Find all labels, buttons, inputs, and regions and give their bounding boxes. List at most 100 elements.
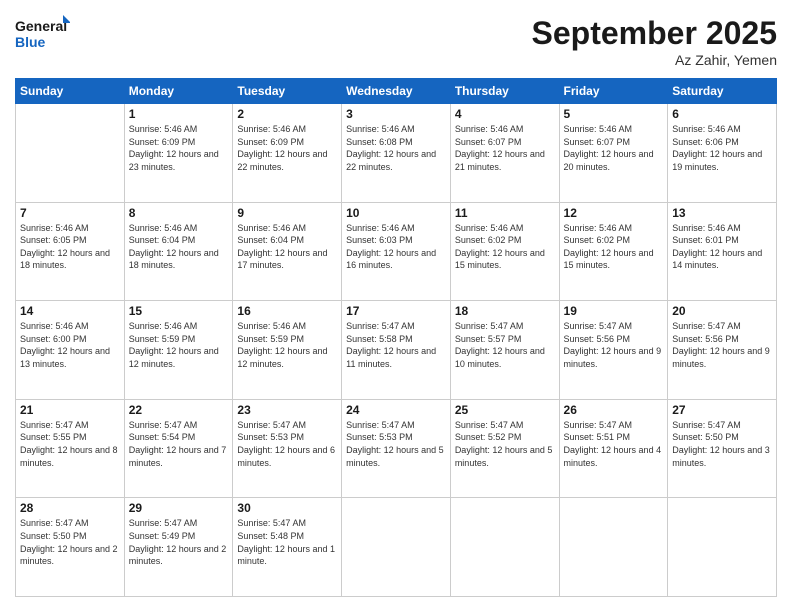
table-cell: 2 Sunrise: 5:46 AM Sunset: 6:09 PM Dayli… (233, 104, 342, 203)
svg-text:Blue: Blue (15, 34, 46, 50)
day-info: Sunrise: 5:47 AM Sunset: 5:56 PM Dayligh… (564, 320, 664, 370)
logo-svg: General Blue (15, 15, 70, 51)
day-number: 17 (346, 304, 446, 318)
day-info: Sunrise: 5:46 AM Sunset: 6:07 PM Dayligh… (564, 123, 664, 173)
day-info: Sunrise: 5:46 AM Sunset: 6:07 PM Dayligh… (455, 123, 555, 173)
table-cell: 12 Sunrise: 5:46 AM Sunset: 6:02 PM Dayl… (559, 202, 668, 301)
table-cell (450, 498, 559, 597)
day-number: 27 (672, 403, 772, 417)
svg-text:General: General (15, 18, 67, 34)
table-cell: 10 Sunrise: 5:46 AM Sunset: 6:03 PM Dayl… (342, 202, 451, 301)
table-cell: 28 Sunrise: 5:47 AM Sunset: 5:50 PM Dayl… (16, 498, 125, 597)
calendar-header-row: Sunday Monday Tuesday Wednesday Thursday… (16, 79, 777, 104)
day-number: 18 (455, 304, 555, 318)
week-row-3: 14 Sunrise: 5:46 AM Sunset: 6:00 PM Dayl… (16, 301, 777, 400)
day-number: 12 (564, 206, 664, 220)
page: General Blue September 2025 Az Zahir, Ye… (0, 0, 792, 612)
table-cell: 11 Sunrise: 5:46 AM Sunset: 6:02 PM Dayl… (450, 202, 559, 301)
calendar-table: Sunday Monday Tuesday Wednesday Thursday… (15, 78, 777, 597)
day-number: 5 (564, 107, 664, 121)
week-row-1: 1 Sunrise: 5:46 AM Sunset: 6:09 PM Dayli… (16, 104, 777, 203)
day-info: Sunrise: 5:47 AM Sunset: 5:51 PM Dayligh… (564, 419, 664, 469)
table-cell: 17 Sunrise: 5:47 AM Sunset: 5:58 PM Dayl… (342, 301, 451, 400)
day-info: Sunrise: 5:46 AM Sunset: 6:04 PM Dayligh… (129, 222, 229, 272)
week-row-5: 28 Sunrise: 5:47 AM Sunset: 5:50 PM Dayl… (16, 498, 777, 597)
day-number: 7 (20, 206, 120, 220)
table-cell: 26 Sunrise: 5:47 AM Sunset: 5:51 PM Dayl… (559, 399, 668, 498)
table-cell: 14 Sunrise: 5:46 AM Sunset: 6:00 PM Dayl… (16, 301, 125, 400)
day-info: Sunrise: 5:46 AM Sunset: 6:04 PM Dayligh… (237, 222, 337, 272)
day-number: 9 (237, 206, 337, 220)
table-cell: 20 Sunrise: 5:47 AM Sunset: 5:56 PM Dayl… (668, 301, 777, 400)
day-info: Sunrise: 5:46 AM Sunset: 6:06 PM Dayligh… (672, 123, 772, 173)
day-number: 13 (672, 206, 772, 220)
day-number: 8 (129, 206, 229, 220)
day-info: Sunrise: 5:47 AM Sunset: 5:53 PM Dayligh… (237, 419, 337, 469)
table-cell: 30 Sunrise: 5:47 AM Sunset: 5:48 PM Dayl… (233, 498, 342, 597)
day-info: Sunrise: 5:47 AM Sunset: 5:52 PM Dayligh… (455, 419, 555, 469)
table-cell: 4 Sunrise: 5:46 AM Sunset: 6:07 PM Dayli… (450, 104, 559, 203)
day-number: 11 (455, 206, 555, 220)
day-number: 14 (20, 304, 120, 318)
header-thursday: Thursday (450, 79, 559, 104)
day-info: Sunrise: 5:46 AM Sunset: 6:01 PM Dayligh… (672, 222, 772, 272)
day-info: Sunrise: 5:47 AM Sunset: 5:53 PM Dayligh… (346, 419, 446, 469)
day-info: Sunrise: 5:46 AM Sunset: 5:59 PM Dayligh… (237, 320, 337, 370)
day-info: Sunrise: 5:46 AM Sunset: 6:05 PM Dayligh… (20, 222, 120, 272)
header-monday: Monday (124, 79, 233, 104)
day-number: 15 (129, 304, 229, 318)
day-info: Sunrise: 5:46 AM Sunset: 6:02 PM Dayligh… (564, 222, 664, 272)
day-number: 16 (237, 304, 337, 318)
table-cell: 27 Sunrise: 5:47 AM Sunset: 5:50 PM Dayl… (668, 399, 777, 498)
day-info: Sunrise: 5:47 AM Sunset: 5:49 PM Dayligh… (129, 517, 229, 567)
header-sunday: Sunday (16, 79, 125, 104)
header-wednesday: Wednesday (342, 79, 451, 104)
table-cell: 5 Sunrise: 5:46 AM Sunset: 6:07 PM Dayli… (559, 104, 668, 203)
day-info: Sunrise: 5:46 AM Sunset: 6:02 PM Dayligh… (455, 222, 555, 272)
table-cell: 7 Sunrise: 5:46 AM Sunset: 6:05 PM Dayli… (16, 202, 125, 301)
day-number: 23 (237, 403, 337, 417)
day-number: 3 (346, 107, 446, 121)
table-cell: 29 Sunrise: 5:47 AM Sunset: 5:49 PM Dayl… (124, 498, 233, 597)
day-number: 22 (129, 403, 229, 417)
day-info: Sunrise: 5:46 AM Sunset: 6:09 PM Dayligh… (237, 123, 337, 173)
day-info: Sunrise: 5:47 AM Sunset: 5:48 PM Dayligh… (237, 517, 337, 567)
day-number: 19 (564, 304, 664, 318)
day-number: 6 (672, 107, 772, 121)
table-cell: 23 Sunrise: 5:47 AM Sunset: 5:53 PM Dayl… (233, 399, 342, 498)
day-info: Sunrise: 5:47 AM Sunset: 5:50 PM Dayligh… (672, 419, 772, 469)
header: General Blue September 2025 Az Zahir, Ye… (15, 15, 777, 68)
week-row-4: 21 Sunrise: 5:47 AM Sunset: 5:55 PM Dayl… (16, 399, 777, 498)
day-info: Sunrise: 5:47 AM Sunset: 5:50 PM Dayligh… (20, 517, 120, 567)
day-number: 10 (346, 206, 446, 220)
table-cell: 3 Sunrise: 5:46 AM Sunset: 6:08 PM Dayli… (342, 104, 451, 203)
day-info: Sunrise: 5:46 AM Sunset: 5:59 PM Dayligh… (129, 320, 229, 370)
day-number: 1 (129, 107, 229, 121)
table-cell: 9 Sunrise: 5:46 AM Sunset: 6:04 PM Dayli… (233, 202, 342, 301)
table-cell (16, 104, 125, 203)
day-number: 26 (564, 403, 664, 417)
day-info: Sunrise: 5:46 AM Sunset: 6:09 PM Dayligh… (129, 123, 229, 173)
day-number: 20 (672, 304, 772, 318)
day-info: Sunrise: 5:46 AM Sunset: 6:00 PM Dayligh… (20, 320, 120, 370)
day-info: Sunrise: 5:47 AM Sunset: 5:54 PM Dayligh… (129, 419, 229, 469)
table-cell (559, 498, 668, 597)
table-cell: 15 Sunrise: 5:46 AM Sunset: 5:59 PM Dayl… (124, 301, 233, 400)
day-info: Sunrise: 5:47 AM Sunset: 5:55 PM Dayligh… (20, 419, 120, 469)
day-info: Sunrise: 5:47 AM Sunset: 5:58 PM Dayligh… (346, 320, 446, 370)
day-number: 4 (455, 107, 555, 121)
day-number: 29 (129, 501, 229, 515)
table-cell: 8 Sunrise: 5:46 AM Sunset: 6:04 PM Dayli… (124, 202, 233, 301)
header-saturday: Saturday (668, 79, 777, 104)
header-friday: Friday (559, 79, 668, 104)
day-number: 30 (237, 501, 337, 515)
table-cell: 6 Sunrise: 5:46 AM Sunset: 6:06 PM Dayli… (668, 104, 777, 203)
logo: General Blue (15, 15, 70, 51)
table-cell (342, 498, 451, 597)
table-cell: 25 Sunrise: 5:47 AM Sunset: 5:52 PM Dayl… (450, 399, 559, 498)
table-cell: 21 Sunrise: 5:47 AM Sunset: 5:55 PM Dayl… (16, 399, 125, 498)
day-number: 2 (237, 107, 337, 121)
table-cell: 16 Sunrise: 5:46 AM Sunset: 5:59 PM Dayl… (233, 301, 342, 400)
title-block: September 2025 Az Zahir, Yemen (532, 15, 777, 68)
table-cell (668, 498, 777, 597)
